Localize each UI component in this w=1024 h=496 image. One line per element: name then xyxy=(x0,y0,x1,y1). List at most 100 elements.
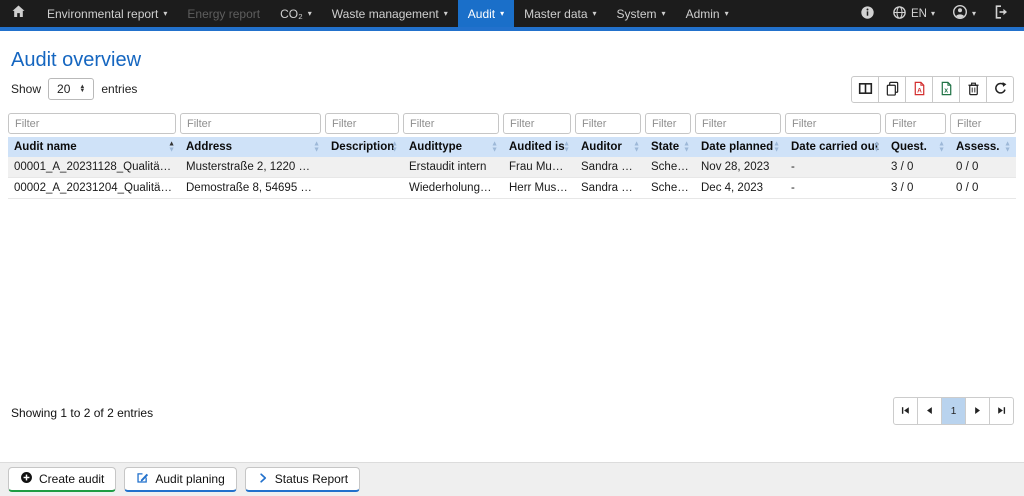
column-header-quest[interactable]: Quest.▲▼ xyxy=(885,137,950,157)
nav-item-waste-management[interactable]: Waste management▾ xyxy=(322,0,458,27)
previous-page-button[interactable] xyxy=(917,397,942,425)
next-page-button[interactable] xyxy=(965,397,990,425)
entries-label: entries xyxy=(101,82,137,96)
filter-input-audittype[interactable] xyxy=(403,113,499,134)
export-excel-button[interactable]: x xyxy=(932,76,960,103)
home-button[interactable] xyxy=(0,0,37,27)
table-cell: 3 / 0 xyxy=(885,157,950,178)
info-button[interactable] xyxy=(860,5,875,23)
stepper-icon: ▲▼ xyxy=(79,85,85,94)
first-page-button[interactable] xyxy=(893,397,918,425)
column-header-description[interactable]: Description▲▼ xyxy=(325,137,403,157)
column-visibility-button[interactable] xyxy=(851,76,879,103)
create-audit-button[interactable]: Create audit xyxy=(8,467,116,492)
column-header-label: Audit name xyxy=(14,141,77,153)
filter-input-audited-is[interactable] xyxy=(503,113,571,134)
column-header-assess[interactable]: Assess. ▲▼ xyxy=(950,137,1016,157)
sort-icon: ▲▼ xyxy=(563,142,570,153)
filter-row xyxy=(8,112,1016,137)
table-cell: Musterstraße 2, 1220 Wien xyxy=(180,157,325,178)
plus-circle-icon xyxy=(20,471,33,487)
header-row: Audit name▲▼Address▲▼Description▲▼Auditt… xyxy=(8,137,1016,157)
table-cell: 3 / 0 xyxy=(885,178,950,199)
column-header-address[interactable]: Address▲▼ xyxy=(180,137,325,157)
copy-icon xyxy=(885,81,900,99)
column-header-label: State xyxy=(651,141,679,153)
nav-item-label: Energy report xyxy=(187,7,260,21)
nav-item-system[interactable]: System ▾ xyxy=(607,0,676,27)
column-header-audittype[interactable]: Audittype▲▼ xyxy=(403,137,503,157)
chevron-down-icon: ▾ xyxy=(725,10,729,18)
column-header-audited-is[interactable]: Audited is▲▼ xyxy=(503,137,575,157)
nav-item-master-data[interactable]: Master data▾ xyxy=(514,0,606,27)
column-header-date-carried-out[interactable]: Date carried out▲▼ xyxy=(785,137,885,157)
table-row[interactable]: 00002_A_20231204_QualitätssicherungDemos… xyxy=(8,178,1016,199)
pagination: 1 xyxy=(893,397,1014,425)
table-row[interactable]: 00001_A_20231128_QualitätssicherungMuste… xyxy=(8,157,1016,178)
language-menu[interactable]: EN ▾ xyxy=(892,5,935,23)
filter-input-address[interactable] xyxy=(180,113,321,134)
nav-item-label: Environmental report xyxy=(47,7,158,21)
nav-item-environmental-report[interactable]: Environmental report▾ xyxy=(37,0,177,27)
nav-item-label: System xyxy=(617,7,657,21)
column-header-label: Assess. xyxy=(956,141,999,153)
column-header-auditor[interactable]: Auditor ▲▼ xyxy=(575,137,645,157)
last-page-icon xyxy=(996,404,1007,419)
table-cell: Dec 4, 2023 xyxy=(695,178,785,199)
table-cell: Wiederholungs-Audit xyxy=(403,178,503,199)
delete-button[interactable] xyxy=(959,76,987,103)
sort-icon: ▲▼ xyxy=(633,142,640,153)
page-length-select[interactable]: 20 ▲▼ xyxy=(48,78,94,100)
nav-right: EN ▾ ▾ xyxy=(860,0,1024,27)
table-cell: Erstaudit intern xyxy=(403,157,503,178)
globe-icon xyxy=(892,5,907,23)
column-header-audit-name[interactable]: Audit name ▲▼ xyxy=(8,137,180,157)
info-icon xyxy=(860,5,875,23)
refresh-button[interactable] xyxy=(986,76,1014,103)
previous-page-icon xyxy=(924,404,935,419)
filter-input-auditor[interactable] xyxy=(575,113,641,134)
chevron-down-icon: ▾ xyxy=(662,10,666,18)
table-cell: Sandra Kürpick xyxy=(575,157,645,178)
column-header-state[interactable]: State▲▼ xyxy=(645,137,695,157)
status-report-button[interactable]: Status Report xyxy=(245,467,360,492)
filter-input-quest[interactable] xyxy=(885,113,946,134)
svg-text:A: A xyxy=(917,87,922,94)
nav-item-admin[interactable]: Admin▾ xyxy=(676,0,739,27)
column-header-date-planned[interactable]: Date planned▲▼ xyxy=(695,137,785,157)
filter-input-description[interactable] xyxy=(325,113,399,134)
create-audit-label: Create audit xyxy=(39,472,104,486)
nav-item-audit[interactable]: Audit▾ xyxy=(458,0,514,27)
page-title: Audit overview xyxy=(11,49,141,72)
column-header-label: Auditor xyxy=(581,141,622,153)
audit-planing-button[interactable]: Audit planing xyxy=(124,467,236,492)
chevron-down-icon: ▾ xyxy=(444,10,448,18)
sort-icon: ▲▼ xyxy=(1004,142,1011,153)
nav-item-co[interactable]: CO₂▾ xyxy=(270,0,322,27)
nav-items: Environmental report▾Energy reportCO₂▾Wa… xyxy=(37,0,739,27)
filter-input-audit-name[interactable] xyxy=(8,113,176,134)
last-page-button[interactable] xyxy=(989,397,1014,425)
filter-input-assess[interactable] xyxy=(950,113,1016,134)
refresh-icon xyxy=(993,81,1008,99)
footer-action-bar: Create audit Audit planing Status Report xyxy=(0,462,1024,496)
user-menu[interactable]: ▾ xyxy=(952,4,976,23)
table-toolbar: A x xyxy=(851,76,1014,103)
page-length-row: Show 20 ▲▼ entries xyxy=(11,78,137,100)
filter-input-date-planned[interactable] xyxy=(695,113,781,134)
filter-input-date-carried-out[interactable] xyxy=(785,113,881,134)
sort-icon: ▲▼ xyxy=(938,142,945,153)
column-header-label: Address xyxy=(186,141,232,153)
table-cell xyxy=(325,157,403,178)
export-pdf-button[interactable]: A xyxy=(905,76,933,103)
logout-button[interactable] xyxy=(993,4,1009,23)
copy-button[interactable] xyxy=(878,76,906,103)
filter-input-state[interactable] xyxy=(645,113,691,134)
user-icon xyxy=(952,4,968,23)
current-page-button[interactable]: 1 xyxy=(941,397,966,425)
table-cell xyxy=(325,178,403,199)
sort-icon: ▲▼ xyxy=(168,142,175,153)
trash-icon xyxy=(966,81,981,99)
chevron-down-icon: ▾ xyxy=(500,10,504,18)
nav-item-energy-report: Energy report xyxy=(177,0,270,27)
